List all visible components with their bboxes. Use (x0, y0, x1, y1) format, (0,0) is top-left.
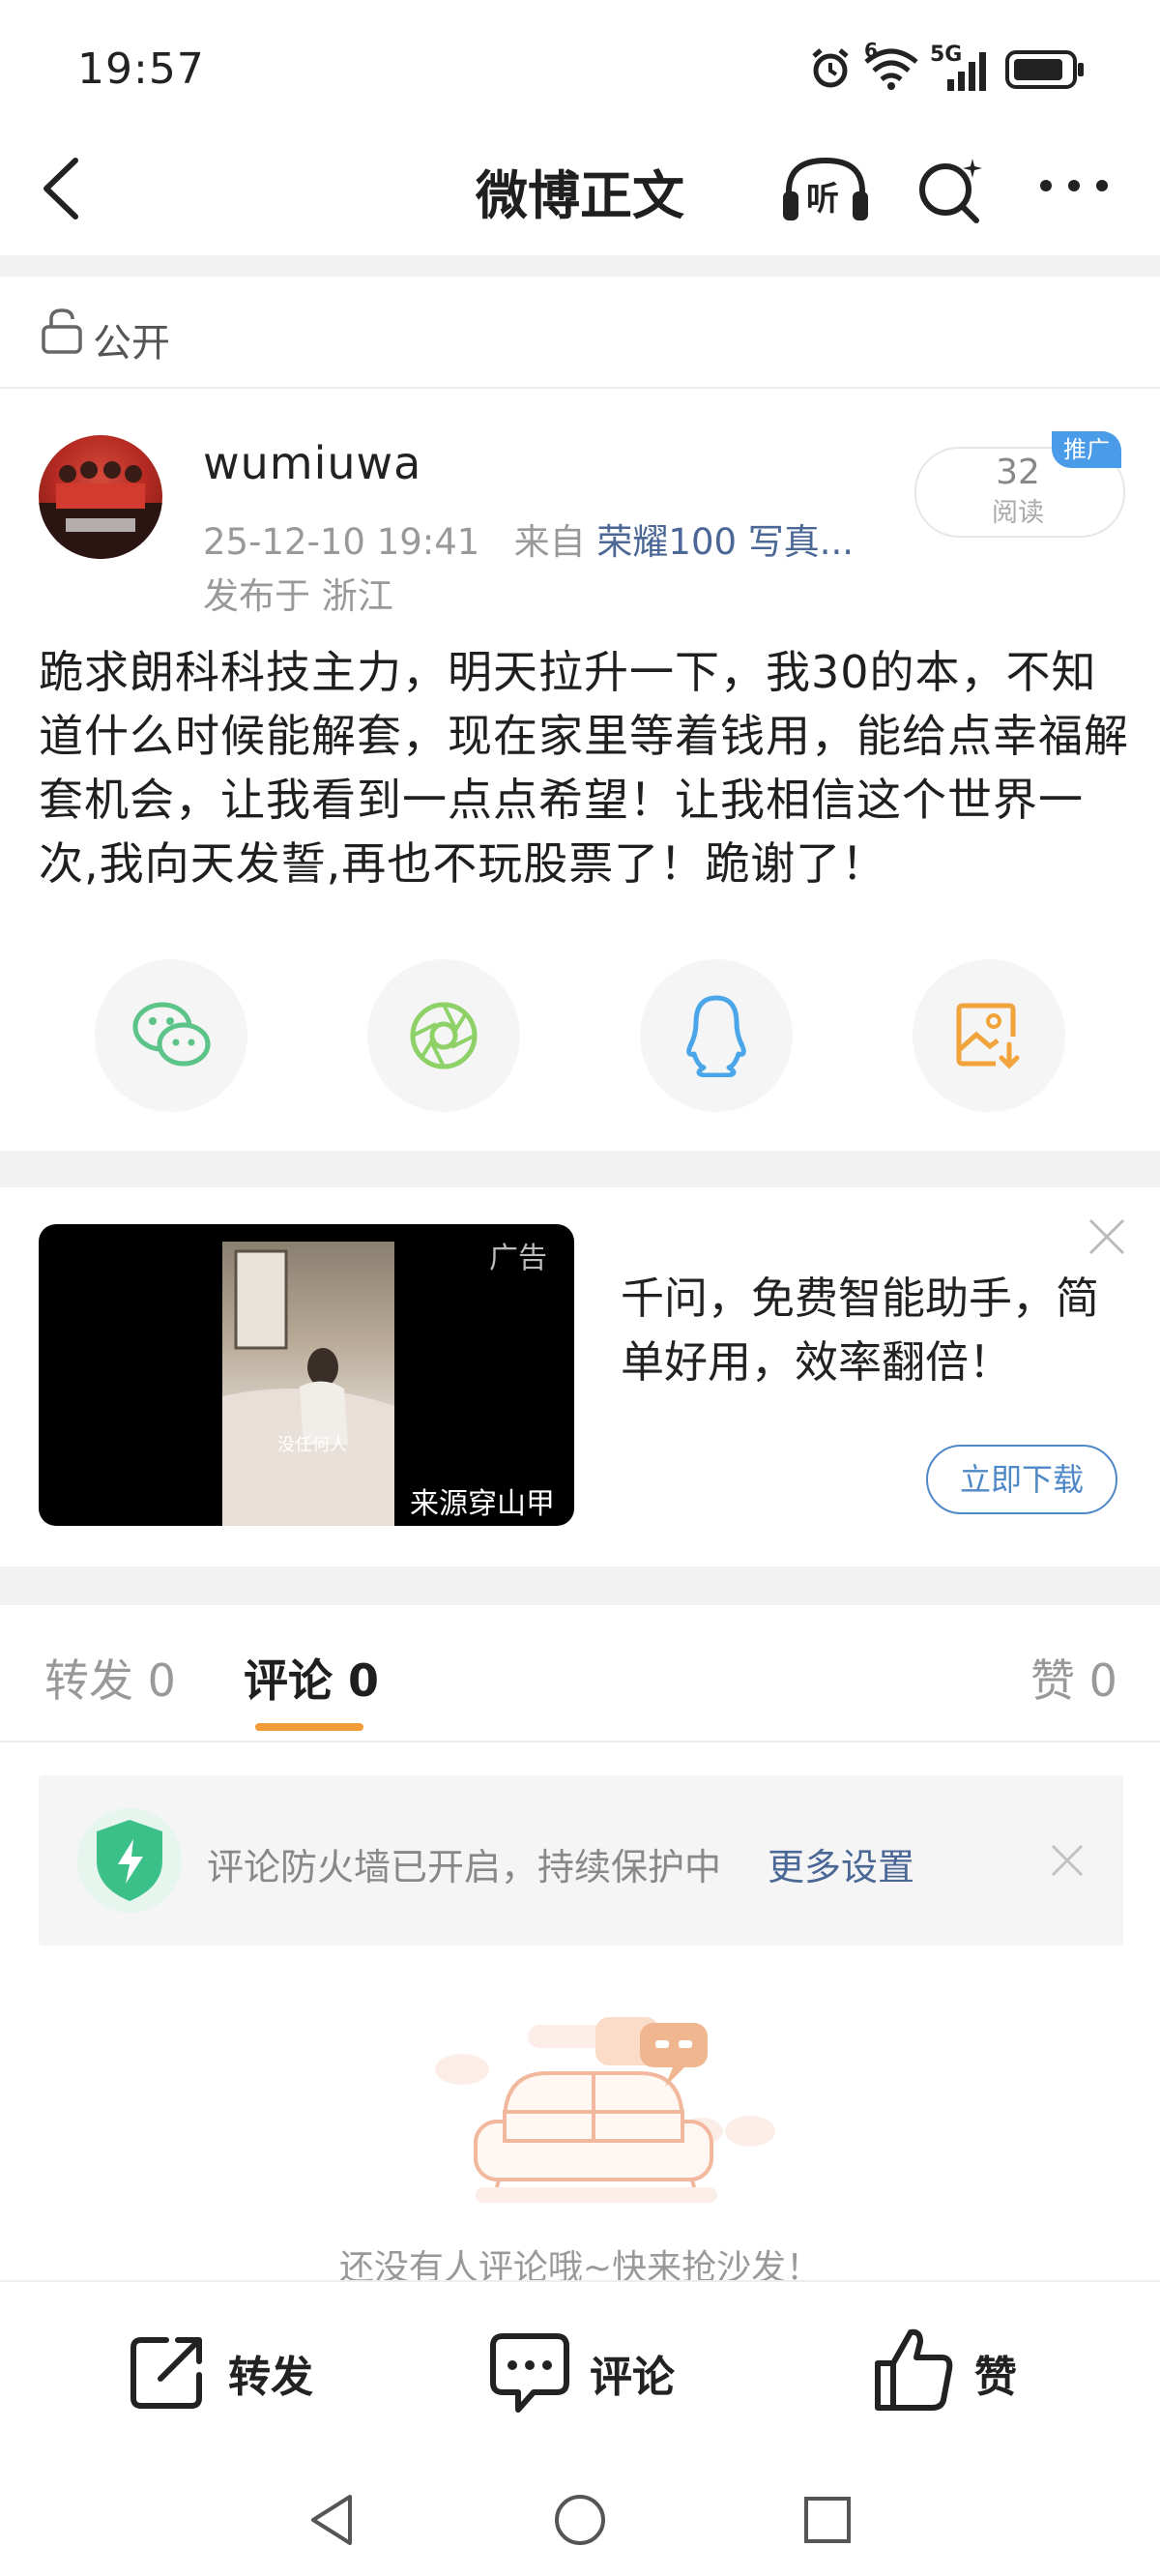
notice-close-icon[interactable] (1050, 1843, 1085, 1878)
share-qq-button[interactable] (640, 959, 793, 1112)
comment-label: 评论 (590, 2353, 675, 2402)
repost-button[interactable]: 转发 (126, 2328, 377, 2415)
tab-like[interactable]: 赞 0 (1030, 1646, 1117, 1710)
ad-video-caption: 没任何人 (277, 1435, 347, 1455)
username[interactable]: wumiuwa (203, 437, 421, 489)
visibility-label: 公开 (93, 321, 170, 366)
repost-icon (130, 2337, 202, 2409)
search-icon[interactable] (914, 155, 986, 226)
post-meta: 25-12-10 19:41 来自 荣耀100 写真... (203, 512, 854, 565)
share-wechat-button[interactable] (95, 959, 247, 1112)
page-title: 微博正文 (476, 165, 684, 226)
moments-icon (410, 1002, 478, 1069)
wifi-badge: 6 (864, 39, 878, 62)
listen-label: 听 (806, 180, 839, 219)
more-icon[interactable] (1038, 176, 1110, 195)
section-gap (0, 1151, 1160, 1187)
tab-comment[interactable]: 评论 0 (244, 1646, 379, 1710)
like-label: 赞 (974, 2353, 1017, 2402)
section-gap (0, 1566, 1160, 1605)
post-date: 25-12-10 19:41 (203, 521, 480, 563)
tab-active-indicator (255, 1723, 363, 1731)
wechat-icon (132, 1002, 211, 1067)
alarm-icon (812, 48, 849, 88)
system-back-icon[interactable] (307, 2493, 356, 2547)
ad-video-thumbnail (222, 1242, 394, 1526)
post-text: 跪求朗科科技主力，明天拉升一下，我30的本，不知道什么时候能解套，现在家里等着钱… (39, 646, 1129, 890)
like-button[interactable]: 赞 (872, 2325, 1065, 2417)
comment-icon (490, 2333, 569, 2413)
comment-button[interactable]: 评论 (489, 2328, 740, 2415)
repost-label: 转发 (228, 2353, 313, 2402)
share-moments-button[interactable] (367, 959, 520, 1112)
divider (0, 387, 1160, 389)
shield-icon (77, 1808, 182, 1913)
ad-close-icon[interactable] (1087, 1216, 1127, 1257)
signal-icon (947, 52, 986, 91)
system-home-icon[interactable] (553, 2493, 607, 2547)
firewall-settings-link[interactable]: 更多设置 (768, 1837, 914, 1890)
unlock-icon (42, 308, 82, 354)
save-image-button[interactable] (913, 959, 1065, 1112)
thumbs-up-icon (875, 2328, 953, 2411)
firewall-text: 评论防火墙已开启，持续保护中 (207, 1846, 722, 1888)
sofa-illustration-icon (435, 2017, 775, 2203)
source-prefix: 来自 (513, 521, 586, 563)
avatar[interactable] (39, 435, 162, 559)
save-image-icon (956, 1003, 1020, 1069)
system-nav-bar (0, 2454, 1160, 2576)
post-region: 发布于 浙江 (203, 575, 393, 617)
download-button[interactable]: 立即下载 (926, 1445, 1117, 1514)
post-source[interactable]: 荣耀100 写真... (596, 521, 854, 563)
divider (0, 1741, 1160, 1742)
qq-icon (686, 995, 746, 1077)
ad-video-image (222, 1249, 394, 1526)
system-recents-icon[interactable] (802, 2495, 853, 2545)
promo-badge[interactable]: 推广 (1052, 431, 1121, 468)
read-label: 阅读 (992, 498, 1044, 528)
battery-icon (1005, 50, 1084, 89)
team-photo-image (39, 461, 162, 559)
section-gap (0, 255, 1160, 277)
ad-source: 来源穿山甲 (410, 1487, 555, 1521)
tab-repost[interactable]: 转发 0 (44, 1646, 176, 1710)
ad-title[interactable]: 千问，免费智能助手，简单好用，效率翻倍！ (621, 1267, 1123, 1394)
ad-media[interactable]: 没任何人 广告 来源穿山甲 (39, 1224, 574, 1526)
ad-tag: 广告 (489, 1242, 547, 1275)
status-time: 19:57 (77, 44, 205, 94)
listen-button[interactable]: 听 (779, 155, 872, 224)
status-bar: 19:57 6 5G (0, 0, 1160, 135)
